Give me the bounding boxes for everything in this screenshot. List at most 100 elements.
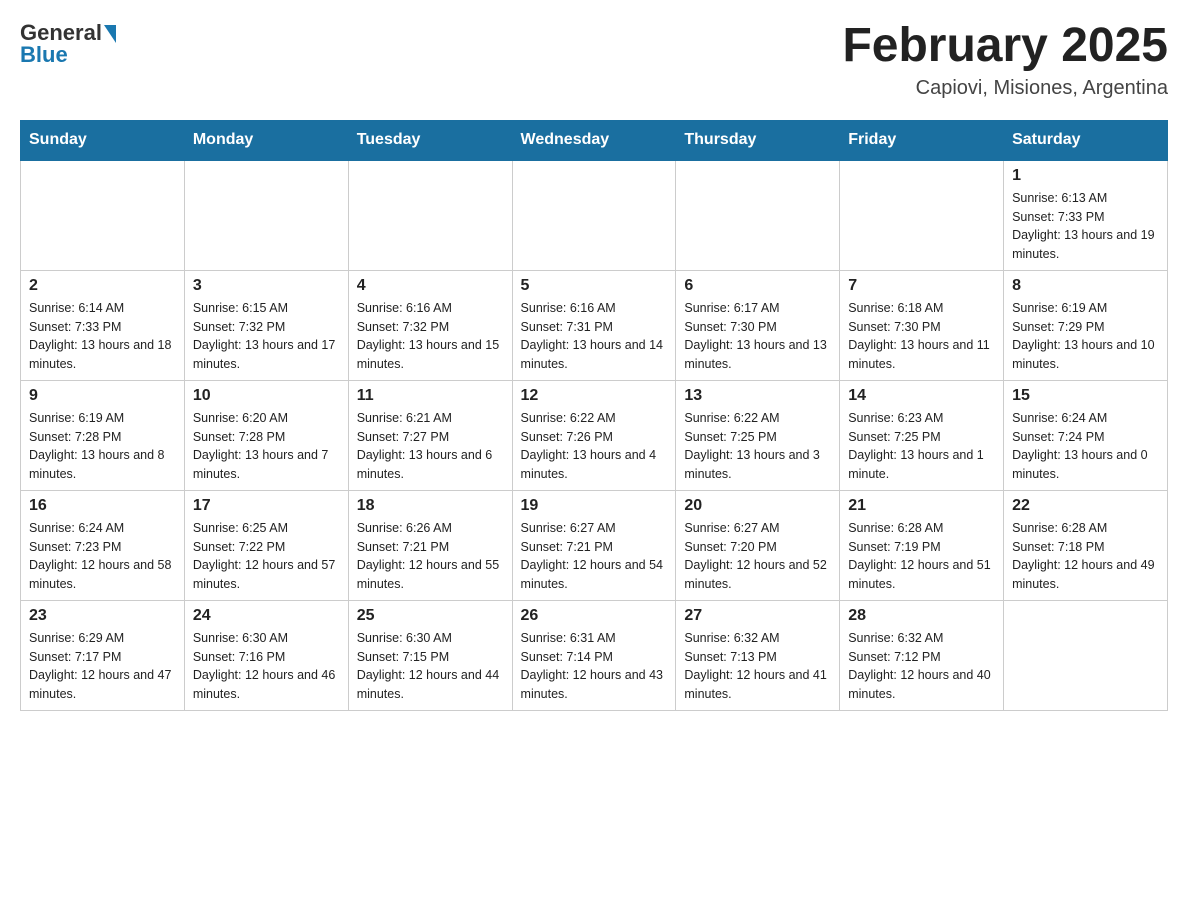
table-row: 28 Sunrise: 6:32 AMSunset: 7:12 PMDayligh… [840, 600, 1004, 710]
day-info: Sunrise: 6:29 AMSunset: 7:17 PMDaylight:… [29, 629, 176, 704]
day-number: 15 [1012, 387, 1159, 405]
calendar-title: February 2025 [842, 20, 1168, 73]
table-row: 9 Sunrise: 6:19 AMSunset: 7:28 PMDaylight… [21, 380, 185, 490]
logo-blue-text: Blue [20, 42, 68, 68]
day-info: Sunrise: 6:22 AMSunset: 7:25 PMDaylight:… [684, 409, 831, 484]
day-info: Sunrise: 6:19 AMSunset: 7:29 PMDaylight:… [1012, 299, 1159, 374]
header-monday: Monday [184, 120, 348, 160]
table-row: 16 Sunrise: 6:24 AMSunset: 7:23 PMDayligh… [21, 490, 185, 600]
header-thursday: Thursday [676, 120, 840, 160]
table-row: 13 Sunrise: 6:22 AMSunset: 7:25 PMDayligh… [676, 380, 840, 490]
table-row: 15 Sunrise: 6:24 AMSunset: 7:24 PMDayligh… [1004, 380, 1168, 490]
day-info: Sunrise: 6:28 AMSunset: 7:19 PMDaylight:… [848, 519, 995, 594]
day-info: Sunrise: 6:30 AMSunset: 7:15 PMDaylight:… [357, 629, 504, 704]
day-number: 12 [521, 387, 668, 405]
week-row-1: 1Sunrise: 6:13 AMSunset: 7:33 PMDaylight… [21, 160, 1168, 271]
table-row [348, 160, 512, 271]
day-number: 14 [848, 387, 995, 405]
table-row [512, 160, 676, 271]
day-info: Sunrise: 6:22 AMSunset: 7:26 PMDaylight:… [521, 409, 668, 484]
day-number: 23 [29, 607, 176, 625]
table-row: 18 Sunrise: 6:26 AMSunset: 7:21 PMDayligh… [348, 490, 512, 600]
day-info: Sunrise: 6:27 AMSunset: 7:21 PMDaylight:… [521, 519, 668, 594]
day-number: 22 [1012, 497, 1159, 515]
day-number: 24 [193, 607, 340, 625]
day-info: Sunrise: 6:15 AMSunset: 7:32 PMDaylight:… [193, 299, 340, 374]
table-row: 27 Sunrise: 6:32 AMSunset: 7:13 PMDayligh… [676, 600, 840, 710]
day-info: Sunrise: 6:13 AMSunset: 7:33 PMDaylight:… [1012, 189, 1159, 264]
day-info: Sunrise: 6:24 AMSunset: 7:24 PMDaylight:… [1012, 409, 1159, 484]
day-number: 16 [29, 497, 176, 515]
days-of-week-row: SundayMondayTuesdayWednesdayThursdayFrid… [21, 120, 1168, 160]
table-row: 17 Sunrise: 6:25 AMSunset: 7:22 PMDayligh… [184, 490, 348, 600]
table-row [1004, 600, 1168, 710]
table-row: 3 Sunrise: 6:15 AMSunset: 7:32 PMDaylight… [184, 270, 348, 380]
day-number: 27 [684, 607, 831, 625]
day-info: Sunrise: 6:32 AMSunset: 7:12 PMDaylight:… [848, 629, 995, 704]
day-number: 4 [357, 277, 504, 295]
day-number: 17 [193, 497, 340, 515]
calendar-header: SundayMondayTuesdayWednesdayThursdayFrid… [21, 120, 1168, 160]
day-info: Sunrise: 6:25 AMSunset: 7:22 PMDaylight:… [193, 519, 340, 594]
page-header: General Blue February 2025 Capiovi, Misi… [20, 20, 1168, 100]
logo: General Blue [20, 20, 116, 68]
day-info: Sunrise: 6:21 AMSunset: 7:27 PMDaylight:… [357, 409, 504, 484]
table-row [21, 160, 185, 271]
day-info: Sunrise: 6:16 AMSunset: 7:31 PMDaylight:… [521, 299, 668, 374]
week-row-5: 23 Sunrise: 6:29 AMSunset: 7:17 PMDayligh… [21, 600, 1168, 710]
day-number: 13 [684, 387, 831, 405]
table-row: 2 Sunrise: 6:14 AMSunset: 7:33 PMDaylight… [21, 270, 185, 380]
day-number: 11 [357, 387, 504, 405]
day-number: 26 [521, 607, 668, 625]
table-row: 26 Sunrise: 6:31 AMSunset: 7:14 PMDayligh… [512, 600, 676, 710]
calendar-subtitle: Capiovi, Misiones, Argentina [842, 77, 1168, 100]
day-info: Sunrise: 6:19 AMSunset: 7:28 PMDaylight:… [29, 409, 176, 484]
table-row: 10 Sunrise: 6:20 AMSunset: 7:28 PMDayligh… [184, 380, 348, 490]
table-row: 24 Sunrise: 6:30 AMSunset: 7:16 PMDayligh… [184, 600, 348, 710]
table-row: 12 Sunrise: 6:22 AMSunset: 7:26 PMDayligh… [512, 380, 676, 490]
table-row [184, 160, 348, 271]
day-info: Sunrise: 6:26 AMSunset: 7:21 PMDaylight:… [357, 519, 504, 594]
calendar-body: 1Sunrise: 6:13 AMSunset: 7:33 PMDaylight… [21, 160, 1168, 711]
header-sunday: Sunday [21, 120, 185, 160]
week-row-2: 2 Sunrise: 6:14 AMSunset: 7:33 PMDaylight… [21, 270, 1168, 380]
table-row: 5 Sunrise: 6:16 AMSunset: 7:31 PMDaylight… [512, 270, 676, 380]
day-number: 28 [848, 607, 995, 625]
day-info: Sunrise: 6:23 AMSunset: 7:25 PMDaylight:… [848, 409, 995, 484]
day-info: Sunrise: 6:32 AMSunset: 7:13 PMDaylight:… [684, 629, 831, 704]
table-row: 20Sunrise: 6:27 AMSunset: 7:20 PMDayligh… [676, 490, 840, 600]
table-row: 23 Sunrise: 6:29 AMSunset: 7:17 PMDayligh… [21, 600, 185, 710]
table-row: 22 Sunrise: 6:28 AMSunset: 7:18 PMDayligh… [1004, 490, 1168, 600]
day-info: Sunrise: 6:14 AMSunset: 7:33 PMDaylight:… [29, 299, 176, 374]
day-info: Sunrise: 6:24 AMSunset: 7:23 PMDaylight:… [29, 519, 176, 594]
table-row: 7Sunrise: 6:18 AMSunset: 7:30 PMDaylight… [840, 270, 1004, 380]
day-info: Sunrise: 6:30 AMSunset: 7:16 PMDaylight:… [193, 629, 340, 704]
day-info: Sunrise: 6:17 AMSunset: 7:30 PMDaylight:… [684, 299, 831, 374]
header-saturday: Saturday [1004, 120, 1168, 160]
week-row-4: 16 Sunrise: 6:24 AMSunset: 7:23 PMDayligh… [21, 490, 1168, 600]
day-info: Sunrise: 6:27 AMSunset: 7:20 PMDaylight:… [684, 519, 831, 594]
table-row: 21Sunrise: 6:28 AMSunset: 7:19 PMDayligh… [840, 490, 1004, 600]
day-number: 3 [193, 277, 340, 295]
day-number: 10 [193, 387, 340, 405]
table-row: 6Sunrise: 6:17 AMSunset: 7:30 PMDaylight… [676, 270, 840, 380]
day-info: Sunrise: 6:16 AMSunset: 7:32 PMDaylight:… [357, 299, 504, 374]
week-row-3: 9 Sunrise: 6:19 AMSunset: 7:28 PMDaylight… [21, 380, 1168, 490]
table-row: 19Sunrise: 6:27 AMSunset: 7:21 PMDayligh… [512, 490, 676, 600]
day-info: Sunrise: 6:31 AMSunset: 7:14 PMDaylight:… [521, 629, 668, 704]
header-friday: Friday [840, 120, 1004, 160]
day-info: Sunrise: 6:28 AMSunset: 7:18 PMDaylight:… [1012, 519, 1159, 594]
day-number: 7 [848, 277, 995, 295]
table-row [840, 160, 1004, 271]
header-tuesday: Tuesday [348, 120, 512, 160]
table-row: 4 Sunrise: 6:16 AMSunset: 7:32 PMDaylight… [348, 270, 512, 380]
day-number: 2 [29, 277, 176, 295]
table-row: 8 Sunrise: 6:19 AMSunset: 7:29 PMDaylight… [1004, 270, 1168, 380]
day-info: Sunrise: 6:20 AMSunset: 7:28 PMDaylight:… [193, 409, 340, 484]
calendar-table: SundayMondayTuesdayWednesdayThursdayFrid… [20, 120, 1168, 711]
day-number: 9 [29, 387, 176, 405]
day-number: 5 [521, 277, 668, 295]
day-number: 18 [357, 497, 504, 515]
day-number: 8 [1012, 277, 1159, 295]
day-number: 25 [357, 607, 504, 625]
